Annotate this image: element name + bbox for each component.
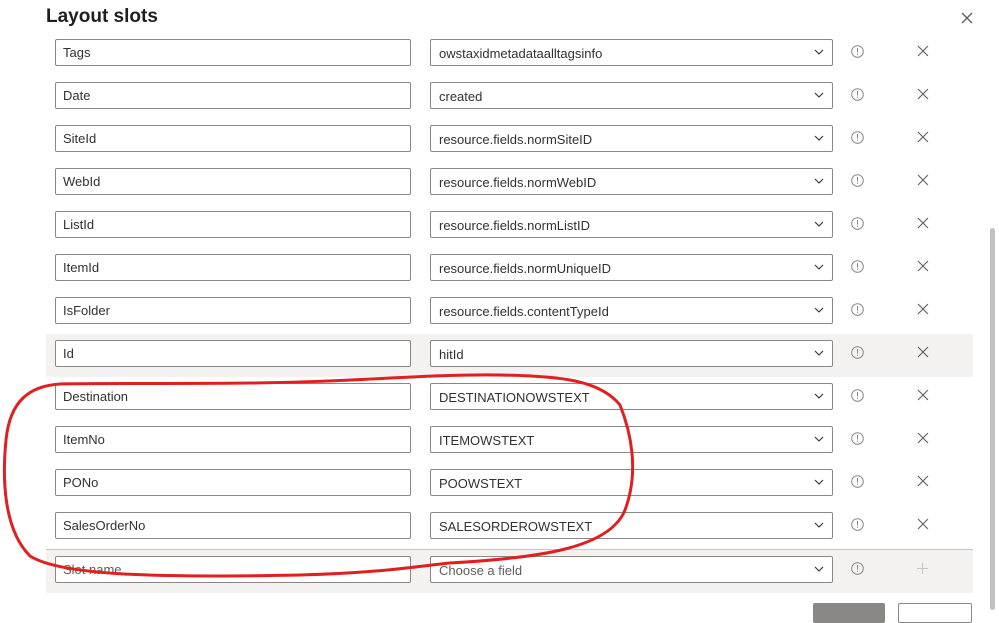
info-icon[interactable] (851, 260, 864, 273)
slot-row: resource.fields.normUniqueID (46, 248, 973, 291)
info-icon[interactable] (851, 88, 864, 101)
delete-slot-icon[interactable] (917, 518, 929, 530)
slot-row: owstaxidmetadataalltagsinfo (46, 33, 973, 76)
field-value: SALESORDEROWSTEXT (439, 519, 593, 534)
slot-row: ITEMOWSTEXT (46, 420, 973, 463)
chevron-down-icon (814, 436, 824, 442)
field-dropdown[interactable]: owstaxidmetadataalltagsinfo (430, 39, 833, 66)
info-icon[interactable] (851, 45, 864, 58)
chevron-down-icon (814, 135, 824, 141)
delete-slot-icon[interactable] (917, 346, 929, 358)
info-icon[interactable] (851, 174, 864, 187)
slot-name-input[interactable] (55, 125, 411, 152)
new-slot-name-input[interactable] (55, 556, 411, 583)
chevron-down-icon (814, 566, 824, 572)
field-dropdown[interactable]: ITEMOWSTEXT (430, 426, 833, 453)
chevron-down-icon (814, 307, 824, 313)
slot-row: resource.fields.normSiteID (46, 119, 973, 162)
field-value: resource.fields.normUniqueID (439, 261, 611, 276)
slot-row: resource.fields.normListID (46, 205, 973, 248)
slot-list: owstaxidmetadataalltagsinfo created reso… (46, 33, 973, 593)
slot-row: hitId (46, 334, 973, 377)
info-icon[interactable] (851, 475, 864, 488)
slot-name-input[interactable] (55, 340, 411, 367)
slot-name-input[interactable] (55, 254, 411, 281)
chevron-down-icon (814, 264, 824, 270)
chevron-down-icon (814, 221, 824, 227)
field-dropdown[interactable]: created (430, 82, 833, 109)
slot-row: DESTINATIONOWSTEXT (46, 377, 973, 420)
chevron-down-icon (814, 522, 824, 528)
info-icon[interactable] (851, 432, 864, 445)
field-value: hitId (439, 347, 464, 362)
cancel-button[interactable] (898, 603, 972, 623)
delete-slot-icon[interactable] (917, 45, 929, 57)
field-dropdown[interactable]: DESTINATIONOWSTEXT (430, 383, 833, 410)
field-value: created (439, 89, 483, 104)
field-placeholder: Choose a field (439, 563, 523, 578)
delete-slot-icon[interactable] (917, 217, 929, 229)
delete-slot-icon[interactable] (917, 475, 929, 487)
delete-slot-icon[interactable] (917, 432, 929, 444)
slot-name-input[interactable] (55, 39, 411, 66)
slot-name-input[interactable] (55, 383, 411, 410)
field-dropdown[interactable]: SALESORDEROWSTEXT (430, 512, 833, 539)
slot-name-input[interactable] (55, 82, 411, 109)
delete-slot-icon[interactable] (917, 174, 929, 186)
slot-row: resource.fields.normWebID (46, 162, 973, 205)
field-value: POOWSTEXT (439, 476, 523, 491)
new-slot-row: Choose a field (46, 549, 973, 593)
slot-name-input[interactable] (55, 297, 411, 324)
field-dropdown[interactable]: resource.fields.normListID (430, 211, 833, 238)
save-button[interactable] (813, 603, 885, 623)
field-dropdown[interactable]: hitId (430, 340, 833, 367)
info-icon[interactable] (851, 303, 864, 316)
field-value: DESTINATIONOWSTEXT (439, 390, 590, 405)
info-icon[interactable] (851, 389, 864, 402)
delete-slot-icon[interactable] (917, 260, 929, 272)
chevron-down-icon (814, 178, 824, 184)
scrollbar[interactable] (990, 228, 995, 610)
slot-name-input[interactable] (55, 168, 411, 195)
field-dropdown[interactable]: resource.fields.normWebID (430, 168, 833, 195)
slot-name-input[interactable] (55, 426, 411, 453)
slot-name-input[interactable] (55, 211, 411, 238)
delete-slot-icon[interactable] (917, 303, 929, 315)
slot-name-input[interactable] (55, 512, 411, 539)
chevron-down-icon (814, 393, 824, 399)
field-dropdown[interactable]: resource.fields.normSiteID (430, 125, 833, 152)
info-icon[interactable] (851, 217, 864, 230)
slot-row: POOWSTEXT (46, 463, 973, 506)
info-icon[interactable] (851, 131, 864, 144)
chevron-down-icon (814, 479, 824, 485)
slot-name-input[interactable] (55, 469, 411, 496)
field-value: resource.fields.normSiteID (439, 132, 593, 147)
chevron-down-icon (814, 49, 824, 55)
field-value: owstaxidmetadataalltagsinfo (439, 46, 603, 61)
field-value: resource.fields.contentTypeId (439, 304, 609, 319)
field-dropdown[interactable]: resource.fields.contentTypeId (430, 297, 833, 324)
info-icon[interactable] (851, 562, 864, 575)
field-value: resource.fields.normWebID (439, 175, 597, 190)
chevron-down-icon (814, 350, 824, 356)
field-value: resource.fields.normListID (439, 218, 590, 233)
delete-slot-icon[interactable] (917, 389, 929, 401)
field-dropdown[interactable]: POOWSTEXT (430, 469, 833, 496)
new-field-dropdown[interactable]: Choose a field (430, 556, 833, 583)
field-dropdown[interactable]: resource.fields.normUniqueID (430, 254, 833, 281)
slot-row: SALESORDEROWSTEXT (46, 506, 973, 549)
info-icon[interactable] (851, 346, 864, 359)
close-icon[interactable] (958, 9, 976, 27)
delete-slot-icon[interactable] (917, 88, 929, 100)
info-icon[interactable] (851, 518, 864, 531)
field-value: ITEMOWSTEXT (439, 433, 535, 448)
dialog-title: Layout slots (46, 6, 158, 27)
chevron-down-icon (814, 92, 824, 98)
add-slot-icon[interactable] (916, 562, 929, 575)
slot-row: created (46, 76, 973, 119)
slot-row: resource.fields.contentTypeId (46, 291, 973, 334)
delete-slot-icon[interactable] (917, 131, 929, 143)
